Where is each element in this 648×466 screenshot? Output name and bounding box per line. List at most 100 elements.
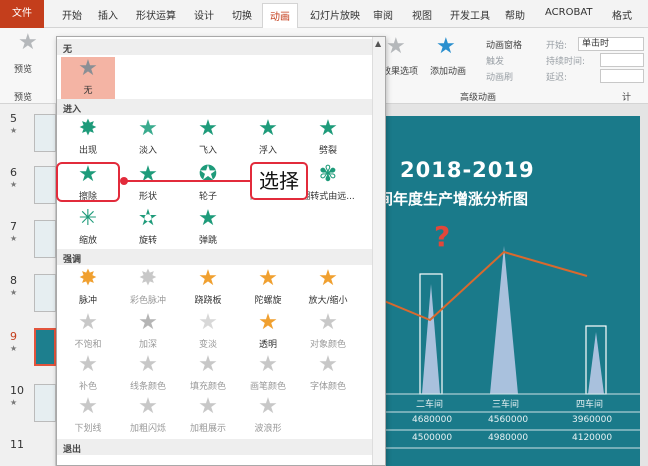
table-cell: 4680000 <box>412 415 453 425</box>
tab-format[interactable]: 格式 <box>612 7 632 22</box>
gallery-scrollbar[interactable]: ▲ <box>372 37 385 465</box>
grow-turn-icon: ✾ <box>318 162 338 187</box>
anim-star-icon: ★ <box>10 126 18 135</box>
cone-bar <box>588 332 604 394</box>
thumb-num: 7 <box>10 220 17 233</box>
split-icon: ★ <box>318 116 338 141</box>
start-select[interactable]: 单击时 <box>578 37 644 51</box>
anim-fade[interactable]: ★ 淡入 <box>121 117 175 161</box>
chart-graphic[interactable] <box>372 116 640 466</box>
anim-fly-in[interactable]: ★ 飞入 <box>181 117 235 161</box>
slide-thumb-selected[interactable] <box>34 328 56 366</box>
slide-thumb[interactable] <box>34 384 56 422</box>
anim-swivel[interactable]: ✫ 旋转 <box>121 207 175 251</box>
timing-group-label: 计 <box>622 93 632 103</box>
anim-star-icon: ★ <box>10 234 18 243</box>
preview-group-label: 预览 <box>14 93 33 103</box>
anim-line-color[interactable]: ★ 线条颜色 <box>121 353 175 397</box>
slide-thumb[interactable] <box>34 114 56 152</box>
tab-shape-ops[interactable]: 形状运算 <box>136 7 176 22</box>
pulse-icon: ✸ <box>78 266 98 291</box>
tab-review[interactable]: 审阅 <box>373 7 393 22</box>
anim-bounce[interactable]: ★ 弹跳 <box>181 207 235 251</box>
table-header: 二车间 <box>416 400 444 410</box>
tab-transitions[interactable]: 切换 <box>232 7 252 22</box>
anim-zoom[interactable]: ✳ 缩放 <box>61 207 115 251</box>
darken-icon: ★ <box>138 310 158 335</box>
scroll-up-icon[interactable]: ▲ <box>375 39 381 48</box>
effect-options-icon: ★ <box>386 34 406 59</box>
anim-brush-color[interactable]: ★ 画笔颜色 <box>241 353 295 397</box>
font-color-icon: ★ <box>318 352 338 377</box>
anim-transparency[interactable]: ★ 透明 <box>241 311 295 355</box>
anim-font-color[interactable]: ★ 字体颜色 <box>301 353 355 397</box>
anim-color-pulse[interactable]: ✸ 彩色脉冲 <box>121 267 175 311</box>
fly-in-icon: ★ <box>198 116 218 141</box>
entrance-header: 进入 <box>57 99 373 115</box>
brush-color-icon: ★ <box>258 352 278 377</box>
add-animation-button[interactable]: 添加动画 <box>430 64 466 77</box>
selection-highlight <box>56 162 120 202</box>
thumb-num: 8 <box>10 274 17 287</box>
bold-flash-icon: ★ <box>138 394 158 419</box>
slide-canvas[interactable]: 2018-2019 间年度生产增涨分析图 ? 二车间 三车间 四车间 46800… <box>372 116 640 466</box>
anim-grow-turn[interactable]: ✾ 翻转式由远... <box>301 163 355 207</box>
anim-bold-flash[interactable]: ★ 加粗闪烁 <box>121 395 175 439</box>
powerpoint-window: 文件 开始 插入 形状运算 设计 切换 动画 幻灯片放映 审阅 视图 开发工具 … <box>0 0 648 466</box>
anim-desaturate[interactable]: ★ 不饱和 <box>61 311 115 355</box>
anim-darken[interactable]: ★ 加深 <box>121 311 175 355</box>
anim-lighten[interactable]: ★ 变淡 <box>181 311 235 355</box>
anim-split[interactable]: ★ 劈裂 <box>301 117 355 161</box>
anim-appear[interactable]: ✸ 出现 <box>61 117 115 161</box>
line-color-icon: ★ <box>138 352 158 377</box>
anim-none[interactable]: ★ 无 <box>61 57 115 101</box>
animation-painter-button[interactable]: 动画刷 <box>486 70 513 83</box>
anim-star-icon: ★ <box>10 398 18 407</box>
table-cell: 3960000 <box>572 415 613 425</box>
animation-gallery: 无 ★ 无 进入 ✸ 出现 ★ 淡入 ★ 飞入 ★ 浮入 ★ 劈裂 ★ 擦除 ★ 形状 ✪ 轮子… <box>56 36 386 466</box>
tab-insert[interactable]: 插入 <box>98 7 118 22</box>
thumb-num: 10 <box>10 384 24 397</box>
exit-header: 退出 <box>57 439 373 455</box>
trigger-button[interactable]: 触发 <box>486 54 504 67</box>
tab-file[interactable]: 文件 <box>0 0 44 28</box>
slide-thumb[interactable] <box>34 166 56 204</box>
anim-wave[interactable]: ★ 波浪形 <box>241 395 295 439</box>
preview-button[interactable]: 预览 <box>14 62 32 75</box>
anim-complementary-color[interactable]: ★ 补色 <box>61 353 115 397</box>
anim-star-icon: ★ <box>10 344 18 353</box>
anim-pulse[interactable]: ✸ 脉冲 <box>61 267 115 311</box>
anim-grow-shrink[interactable]: ★ 放大/缩小 <box>301 267 355 311</box>
table-cell: 4120000 <box>572 433 613 443</box>
anim-float-in[interactable]: ★ 浮入 <box>241 117 295 161</box>
none-star-icon: ★ <box>78 56 98 81</box>
tab-design[interactable]: 设计 <box>194 7 214 22</box>
slide-thumbnails: 5 ★ 6 ★ 7 ★ 8 ★ 9 ★ 10 ★ 11 <box>0 104 56 466</box>
bold-reveal-icon: ★ <box>198 394 218 419</box>
tab-slideshow[interactable]: 幻灯片放映 <box>310 7 360 22</box>
animation-pane-button[interactable]: 动画窗格 <box>486 38 522 51</box>
cone-bar <box>422 284 440 394</box>
anim-object-color[interactable]: ★ 对象颜色 <box>301 311 355 355</box>
tab-developer[interactable]: 开发工具 <box>450 7 490 22</box>
duration-input[interactable] <box>600 53 644 67</box>
anim-bold-reveal[interactable]: ★ 加粗展示 <box>181 395 235 439</box>
effect-options-button[interactable]: 效果选项 <box>382 64 418 77</box>
fade-icon: ★ <box>138 116 158 141</box>
delay-input[interactable] <box>600 69 644 83</box>
thumb-num: 5 <box>10 112 17 125</box>
anim-underline[interactable]: ★ 下划线 <box>61 395 115 439</box>
tab-animations[interactable]: 动画 <box>262 3 298 29</box>
slide-thumb[interactable] <box>34 220 56 258</box>
emphasis-header: 强调 <box>57 249 373 265</box>
anim-fill-color[interactable]: ★ 填充颜色 <box>181 353 235 397</box>
tab-help[interactable]: 帮助 <box>505 7 525 22</box>
slide-thumb[interactable] <box>34 274 56 312</box>
grow-shrink-icon: ★ <box>318 266 338 291</box>
teeter-icon: ★ <box>198 266 218 291</box>
tab-acrobat[interactable]: ACROBAT <box>545 7 593 18</box>
tab-home[interactable]: 开始 <box>62 7 82 22</box>
tab-view[interactable]: 视图 <box>412 7 432 22</box>
anim-spin[interactable]: ★ 陀螺旋 <box>241 267 295 311</box>
anim-teeter[interactable]: ★ 跷跷板 <box>181 267 235 311</box>
